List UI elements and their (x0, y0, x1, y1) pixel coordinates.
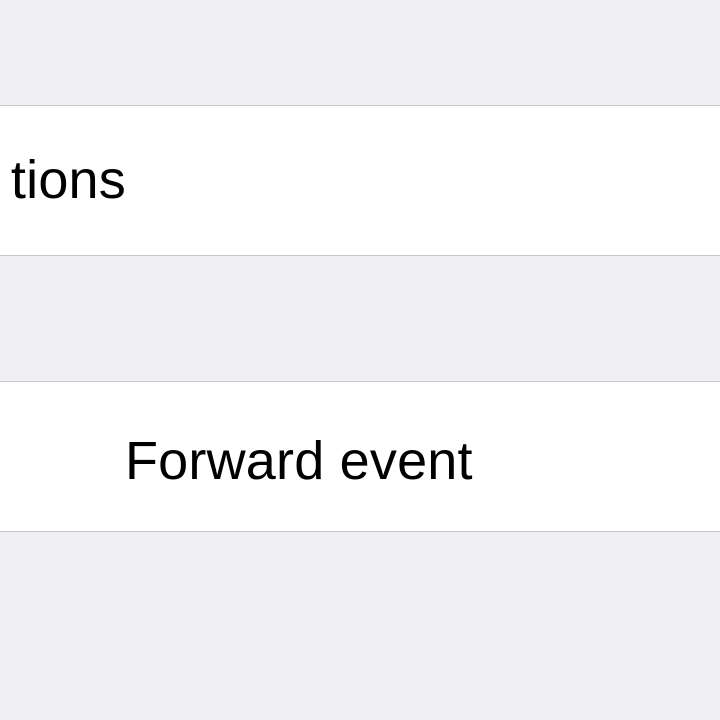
settings-screen: tions Forward event (0, 0, 720, 720)
forward-event-label: Forward event (125, 431, 473, 491)
forward-event-button[interactable]: Forward event (0, 381, 720, 532)
notifications-row-label: tions (10, 150, 126, 210)
notifications-row[interactable]: tions (0, 105, 720, 256)
